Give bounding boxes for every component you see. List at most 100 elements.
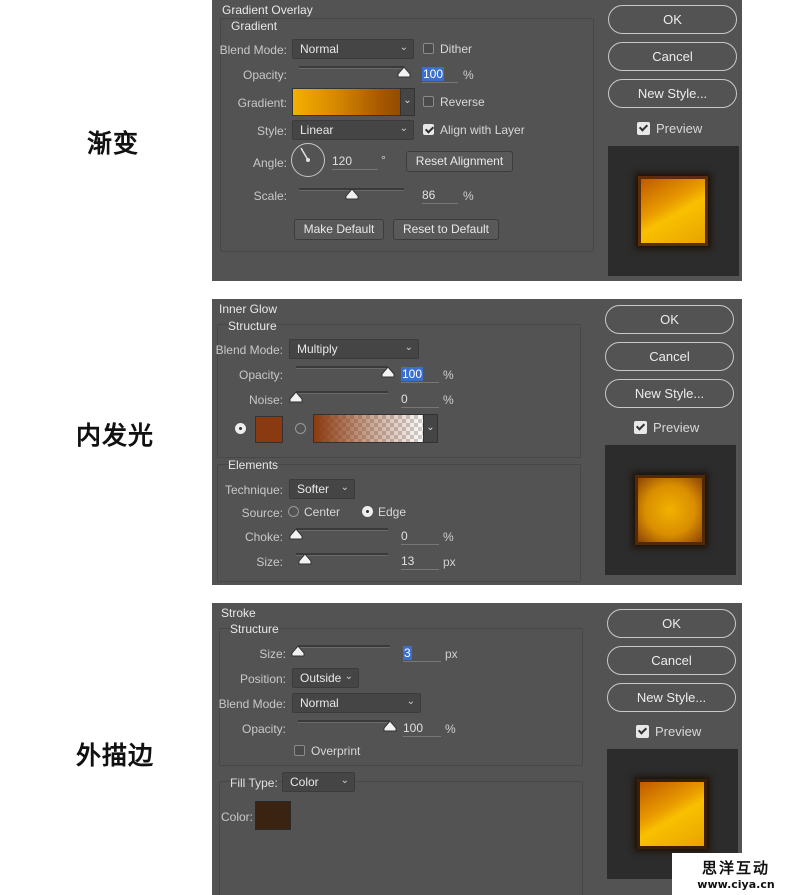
cancel-button[interactable]: Cancel [605, 342, 734, 371]
ok-button[interactable]: OK [608, 5, 737, 34]
position-label: Position: [239, 672, 286, 686]
noise-unit: % [443, 393, 454, 407]
group-title: Structure [228, 319, 277, 333]
preview-swatch [638, 176, 708, 246]
gradient-picker-chevron-icon[interactable]: ⌄ [400, 88, 415, 116]
fill-type-dropdown[interactable]: Color ⌄ [282, 772, 355, 792]
cancel-button[interactable]: Cancel [608, 42, 737, 71]
technique-label: Technique: [224, 483, 283, 497]
new-style-button[interactable]: New Style... [605, 379, 734, 408]
technique-dropdown[interactable]: Softer ⌄ [289, 479, 355, 499]
preview-checkbox[interactable] [636, 725, 649, 738]
opacity-slider[interactable] [299, 66, 404, 69]
blend-mode-value: Multiply [297, 342, 338, 356]
reset-alignment-button[interactable]: Reset Alignment [406, 151, 513, 172]
choke-slider[interactable] [296, 528, 388, 531]
blend-mode-value: Normal [300, 42, 339, 56]
label-inner-glow: 内发光 [76, 421, 155, 450]
elements-group-title: Elements [228, 458, 279, 472]
preview-swatch [635, 475, 705, 545]
opacity-unit: % [445, 722, 456, 736]
stroke-color-swatch[interactable] [255, 801, 291, 830]
blend-mode-dropdown[interactable]: Multiply ⌄ [289, 339, 419, 359]
angle-input[interactable]: 120 [332, 154, 378, 170]
opacity-label: Opacity: [241, 722, 286, 736]
opacity-unit: % [443, 368, 454, 382]
preview-checkbox[interactable] [634, 421, 647, 434]
angle-unit: ° [381, 153, 386, 167]
size-label: Size: [256, 555, 283, 569]
stroke-panel: Stroke Structure Size: 3 px Position: Ou… [212, 603, 742, 895]
ok-button[interactable]: OK [605, 305, 734, 334]
reverse-checkbox[interactable] [423, 96, 434, 107]
chevron-down-icon: ⌄ [340, 482, 349, 493]
preview-thumbnail [608, 146, 739, 276]
gradient-radio[interactable] [295, 423, 306, 434]
size-input[interactable]: 3 [403, 646, 441, 662]
noise-label: Noise: [248, 393, 283, 407]
blend-mode-dropdown[interactable]: Normal ⌄ [292, 39, 414, 59]
source-edge-radio[interactable] [362, 506, 373, 517]
gradient-label: Gradient: [237, 96, 287, 110]
preview-checkbox[interactable] [637, 122, 650, 135]
source-center-label: Center [304, 505, 341, 519]
size-input[interactable]: 13 [401, 554, 439, 570]
dither-label: Dither [440, 42, 473, 56]
source-center-radio[interactable] [288, 506, 299, 517]
technique-value: Softer [297, 482, 330, 496]
noise-input[interactable]: 0 [401, 392, 439, 408]
label-gradient: 渐变 [87, 129, 140, 158]
size-label: Size: [259, 647, 286, 661]
cancel-button[interactable]: Cancel [607, 646, 736, 675]
choke-input[interactable]: 0 [401, 529, 439, 545]
size-slider[interactable] [298, 645, 390, 648]
dither-checkbox[interactable] [423, 43, 434, 54]
align-with-layer-checkbox[interactable] [423, 124, 434, 135]
opacity-input[interactable]: 100 [403, 721, 441, 737]
scale-input[interactable]: 86 [422, 188, 458, 204]
size-unit: px [443, 555, 456, 569]
solid-color-radio[interactable] [235, 423, 246, 434]
new-style-button[interactable]: New Style... [607, 683, 736, 712]
blend-mode-label: Blend Mode: [215, 343, 283, 357]
opacity-input[interactable]: 100 [401, 367, 439, 383]
glow-gradient-swatch[interactable] [313, 414, 426, 443]
blend-mode-dropdown[interactable]: Normal ⌄ [292, 693, 421, 713]
watermark: 思洋互动 www.ciya.cn [672, 853, 800, 895]
color-label: Color: [221, 810, 254, 824]
preview-thumbnail [605, 445, 736, 575]
chevron-down-icon: ⌄ [344, 671, 353, 682]
gradient-overlay-panel: Gradient Overlay Gradient Blend Mode: No… [212, 0, 742, 281]
preview-label: Preview [655, 724, 702, 739]
panel-title: Gradient Overlay [222, 3, 313, 17]
opacity-slider[interactable] [296, 366, 388, 369]
gradient-swatch[interactable] [292, 88, 411, 116]
position-value: Outside [300, 671, 342, 685]
angle-dial[interactable] [291, 143, 325, 177]
style-dropdown[interactable]: Linear ⌄ [292, 120, 414, 140]
size-unit: px [445, 647, 458, 661]
glow-color-swatch[interactable] [255, 416, 283, 443]
new-style-button[interactable]: New Style... [608, 79, 737, 108]
position-dropdown[interactable]: Outside ⌄ [292, 668, 359, 688]
make-default-button[interactable]: Make Default [294, 219, 384, 240]
preview-swatch [637, 779, 707, 849]
watermark-name: 思洋互动 [701, 859, 770, 877]
style-value: Linear [300, 123, 334, 137]
opacity-slider[interactable] [298, 720, 390, 723]
opacity-input[interactable]: 100 [422, 67, 458, 83]
gradient-picker-chevron-icon[interactable]: ⌄ [423, 414, 438, 443]
ok-button[interactable]: OK [607, 609, 736, 638]
source-edge-label: Edge [378, 505, 407, 519]
noise-slider[interactable] [296, 391, 388, 394]
chevron-down-icon: ⌄ [399, 42, 408, 53]
reset-to-default-button[interactable]: Reset to Default [393, 219, 499, 240]
reverse-label: Reverse [440, 95, 485, 109]
label-stroke: 外描边 [76, 741, 155, 770]
overprint-checkbox[interactable] [294, 745, 305, 756]
chevron-down-icon: ⌄ [406, 696, 415, 707]
inner-glow-panel: Inner Glow Structure Blend Mode: Multipl… [212, 299, 742, 585]
angle-label: Angle: [252, 156, 287, 170]
blend-mode-label: Blend Mode: [219, 43, 287, 57]
opacity-unit: % [463, 68, 474, 82]
